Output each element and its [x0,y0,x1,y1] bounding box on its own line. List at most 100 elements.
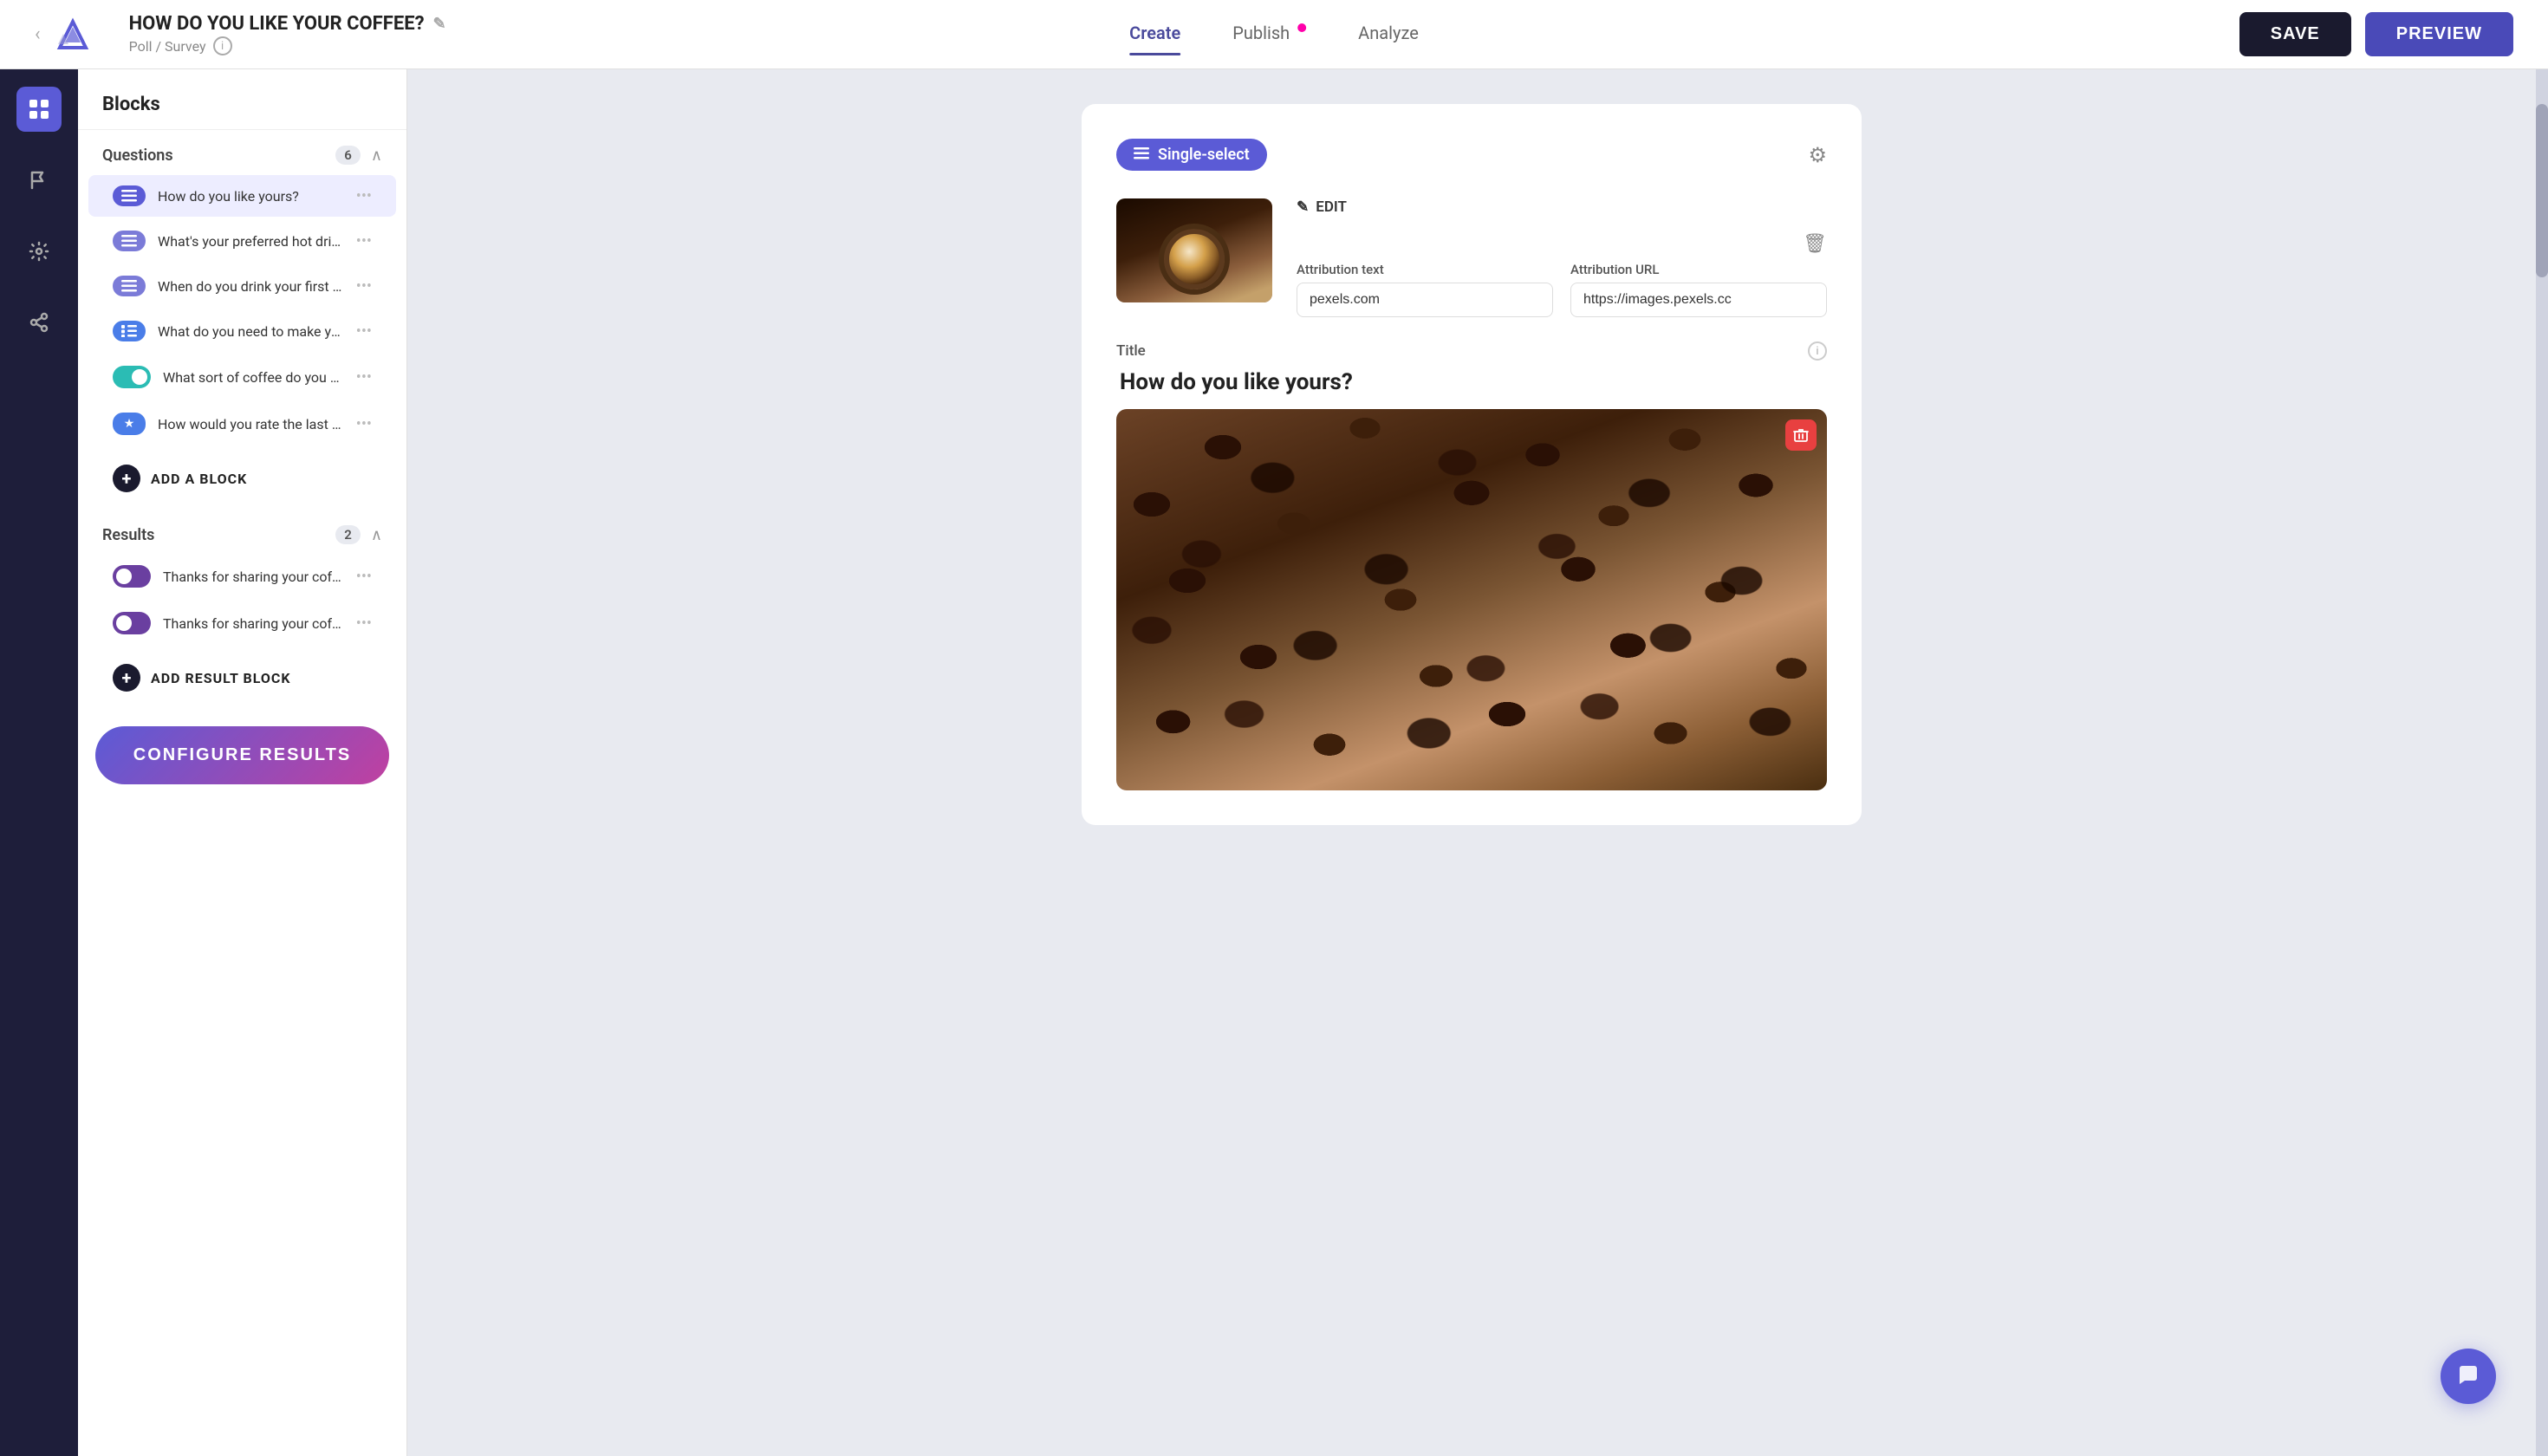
nav-create[interactable]: Create [1129,23,1180,47]
blocks-panel: Blocks Questions 6 ∧ How do you like you… [78,69,407,1456]
question-item-0[interactable]: How do you like yours? ••• [88,175,396,217]
attribution-url-label: Attribution URL [1570,262,1827,277]
question-item-5[interactable]: ★ How would you rate the last c... ••• [88,402,396,445]
card-type-badge: Single-select [1116,139,1267,171]
results-label: Results [102,526,154,544]
rail-grid-icon[interactable] [16,87,62,132]
nav-analyze[interactable]: Analyze [1358,23,1419,47]
question-0-menu-icon[interactable]: ••• [356,187,372,205]
question-item-1[interactable]: What's your preferred hot drin... ••• [88,220,396,262]
nav-publish[interactable]: Publish [1232,23,1306,47]
content-area: Single-select ⚙ ✎ EDIT [407,69,2536,1456]
question-4-label: What sort of coffee do you or... [163,369,344,386]
configure-results-button[interactable]: CONFIGURE RESULTS [95,726,389,784]
attribution-url-group: Attribution URL [1570,262,1827,317]
survey-title-text: HOW DO YOU LIKE YOUR COFFEE? [129,13,425,35]
logo-area[interactable]: ‹ [35,13,94,56]
rail-flag-icon[interactable] [16,158,62,203]
app-logo [51,13,94,56]
question-0-icon [113,185,146,206]
preview-button[interactable]: PREVIEW [2365,12,2513,56]
sidebar-rail [0,69,78,1456]
question-item-4[interactable]: What sort of coffee do you or... ••• [88,355,396,399]
card-type-icon [1134,146,1149,163]
attribution-text-label: Attribution text [1297,262,1553,277]
question-4-icon [113,366,151,388]
rail-settings-icon[interactable] [16,229,62,274]
question-4-menu-icon[interactable]: ••• [356,368,372,387]
result-0-label: Thanks for sharing your coffe... [163,569,344,585]
survey-title-edit-icon[interactable]: ✎ [433,15,446,33]
result-0-menu-icon[interactable]: ••• [356,568,372,586]
image-delete-icon[interactable]: 🗑 [1803,233,1827,255]
add-block-label: ADD A BLOCK [151,471,247,487]
blocks-header: Blocks [78,69,406,130]
scrollbar-thumb[interactable] [2536,104,2548,277]
card-type-label: Single-select [1158,146,1250,164]
question-item-3[interactable]: What do you need to make yo... ••• [88,310,396,352]
card-settings-icon[interactable]: ⚙ [1808,143,1827,167]
result-1-label: Thanks for sharing your coffe... [163,615,344,632]
questions-chevron-icon[interactable]: ∧ [371,146,382,165]
question-3-label: What do you need to make yo... [158,323,344,340]
result-1-menu-icon[interactable]: ••• [356,614,372,633]
scrollbar-track [2536,69,2548,1456]
back-arrow-icon[interactable]: ‹ [35,23,41,45]
question-5-menu-icon[interactable]: ••• [356,415,372,433]
result-item-1[interactable]: Thanks for sharing your coffe... ••• [88,601,396,645]
question-1-label: What's your preferred hot drin... [158,233,344,250]
questions-label: Questions [102,146,173,165]
add-block-button[interactable]: + ADD A BLOCK [88,454,396,503]
question-title-text: How do you like yours? [1116,369,1827,395]
question-3-menu-icon[interactable]: ••• [356,322,372,341]
title-label: Title [1116,342,1146,360]
question-5-label: How would you rate the last c... [158,416,344,432]
question-0-label: How do you like yours? [158,188,344,205]
add-block-plus-icon: + [113,465,140,492]
results-section-header: Results 2 ∧ [78,510,406,553]
question-2-icon [113,276,146,296]
navbar-actions: SAVE PREVIEW [2239,12,2513,56]
results-chevron-icon[interactable]: ∧ [371,526,382,544]
blocks-title: Blocks [102,94,160,115]
image-edit-button[interactable]: ✎ EDIT [1297,198,1827,216]
result-item-0[interactable]: Thanks for sharing your coffe... ••• [88,555,396,598]
publish-badge [1297,23,1306,32]
question-item-2[interactable]: When do you drink your first c... ••• [88,265,396,307]
attribution-text-group: Attribution text [1297,262,1553,317]
question-5-icon: ★ [113,413,146,435]
main-layout: Blocks Questions 6 ∧ How do you like you… [0,69,2548,1456]
question-2-menu-icon[interactable]: ••• [356,277,372,296]
main-image-delete-icon[interactable] [1785,419,1817,451]
edit-label: EDIT [1316,198,1347,216]
question-1-menu-icon[interactable]: ••• [356,232,372,250]
question-1-icon [113,231,146,251]
result-1-icon [113,612,151,634]
image-edit-section: ✎ EDIT 🗑 Attribution text [1116,198,1827,317]
results-count: 2 [335,525,361,544]
survey-title: HOW DO YOU LIKE YOUR COFFEE? ✎ [129,13,446,35]
title-info-icon[interactable]: i [1808,341,1827,361]
add-result-block-button[interactable]: + ADD RESULT BLOCK [88,653,396,702]
result-0-icon [113,565,151,588]
questions-section-header: Questions 6 ∧ [78,130,406,173]
save-button[interactable]: SAVE [2239,12,2351,56]
add-result-plus-icon: + [113,664,140,692]
add-result-label: ADD RESULT BLOCK [151,670,291,686]
question-card: Single-select ⚙ ✎ EDIT [1082,104,1862,825]
subtitle-info-icon[interactable]: i [213,36,232,55]
attribution-url-input[interactable] [1570,283,1827,317]
card-header: Single-select ⚙ [1116,139,1827,171]
title-section: Title i How do you like yours? [1116,341,1827,790]
survey-subtitle-text: Poll / Survey [129,38,206,55]
image-controls: ✎ EDIT 🗑 Attribution text [1297,198,1827,317]
main-nav: Create Publish Analyze [1129,23,1419,47]
attribution-row: Attribution text Attribution URL [1297,262,1827,317]
rail-share-icon[interactable] [16,300,62,345]
attribution-text-input[interactable] [1297,283,1553,317]
chat-bubble-button[interactable] [2441,1349,2496,1404]
navbar: ‹ HOW DO YOU LIKE YOUR COFFEE? ✎ Poll / … [0,0,2548,69]
survey-subtitle: Poll / Survey i [129,36,446,55]
edit-pencil-icon: ✎ [1297,198,1309,216]
questions-count: 6 [335,146,361,165]
